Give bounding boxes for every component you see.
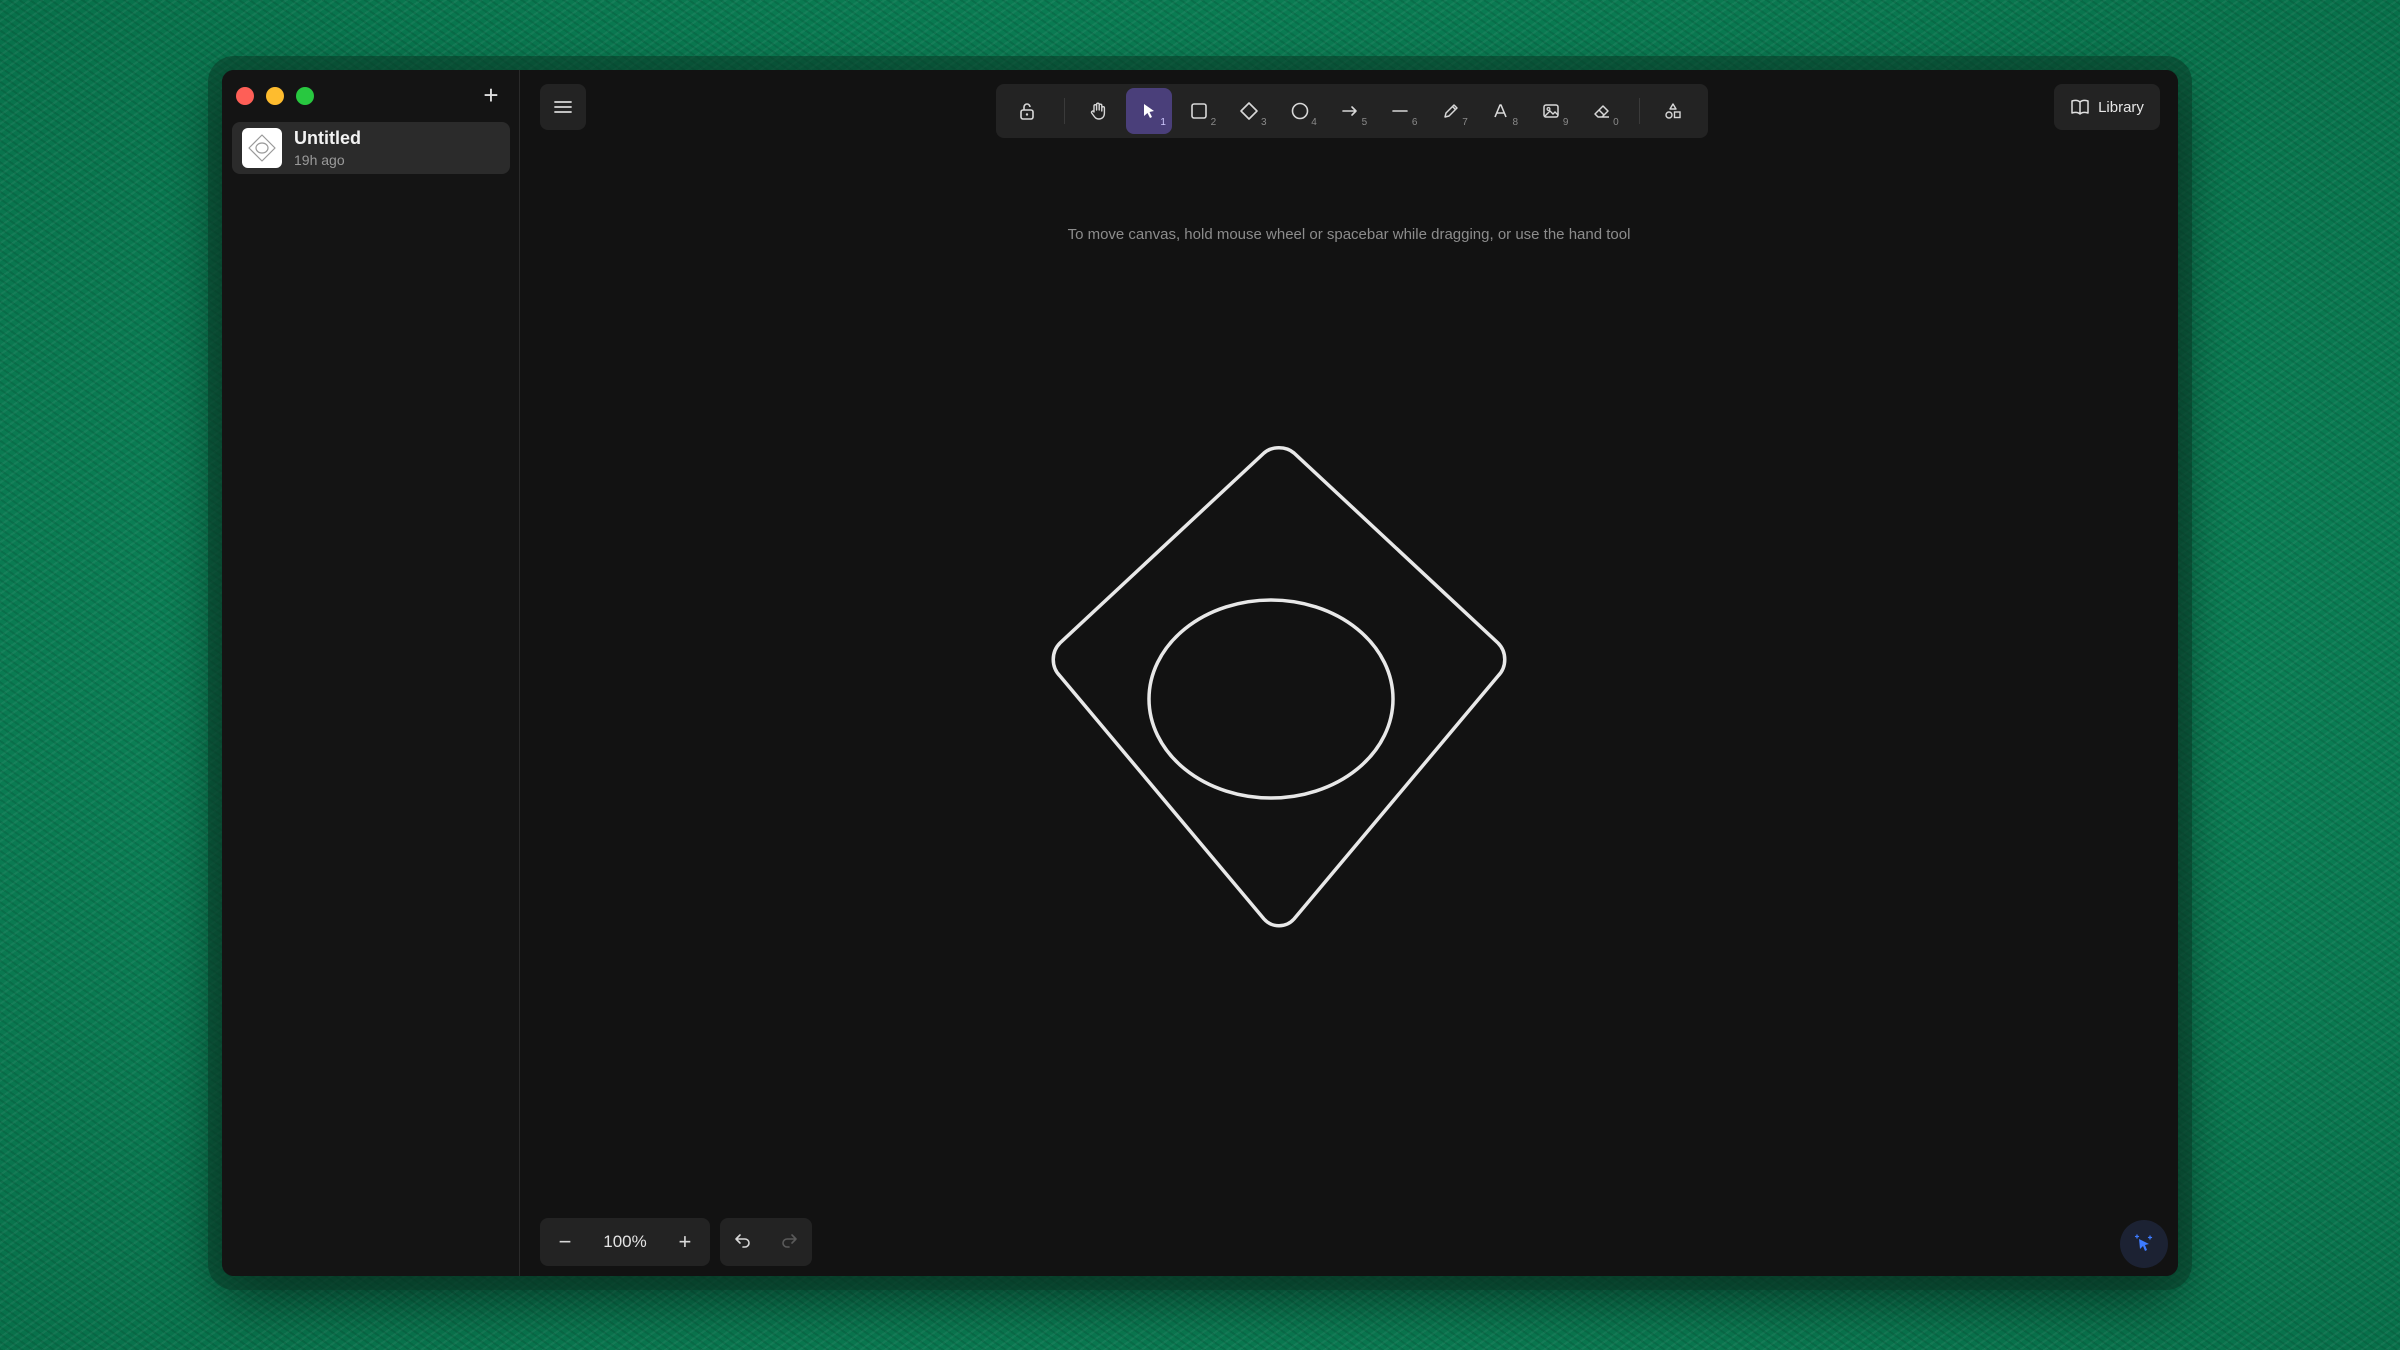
undo-icon: [735, 1233, 750, 1248]
file-time: 19h ago: [294, 152, 345, 168]
undo-button[interactable]: [733, 1230, 753, 1255]
zoom-in-button[interactable]: +: [670, 1227, 700, 1257]
zoom-level[interactable]: 100%: [603, 1232, 646, 1252]
zoom-controls: − 100% +: [540, 1218, 710, 1266]
sparkle-pointer-icon: [2134, 1234, 2153, 1251]
zoom-out-button[interactable]: −: [550, 1227, 580, 1257]
ai-assist-button[interactable]: [2120, 1220, 2168, 1268]
drawn-diamond: [1051, 446, 1507, 928]
file-thumbnail: [242, 128, 282, 168]
maximize-window-button[interactable]: [296, 87, 314, 105]
minimize-window-button[interactable]: [266, 87, 284, 105]
app-window: + Untitled 19h ago 1 2 3 4 5 6 7 8 9 0 T…: [222, 70, 2178, 1276]
drawn-ellipse: [1147, 598, 1395, 800]
history-controls: [720, 1218, 812, 1266]
close-window-button[interactable]: [236, 87, 254, 105]
sidebar: + Untitled 19h ago: [222, 70, 520, 1276]
window-controls: [236, 87, 314, 105]
canvas[interactable]: 1 2 3 4 5 6 7 8 9 0 To move canvas, hold…: [520, 70, 2178, 1276]
file-name: Untitled: [294, 128, 361, 148]
canvas-drawing: [1051, 446, 1507, 928]
redo-button[interactable]: [779, 1230, 799, 1255]
new-file-button[interactable]: +: [477, 82, 505, 110]
redo-icon: [782, 1233, 797, 1248]
file-list-item[interactable]: Untitled 19h ago: [232, 122, 510, 174]
diamond-thumbnail-icon: [248, 134, 276, 162]
